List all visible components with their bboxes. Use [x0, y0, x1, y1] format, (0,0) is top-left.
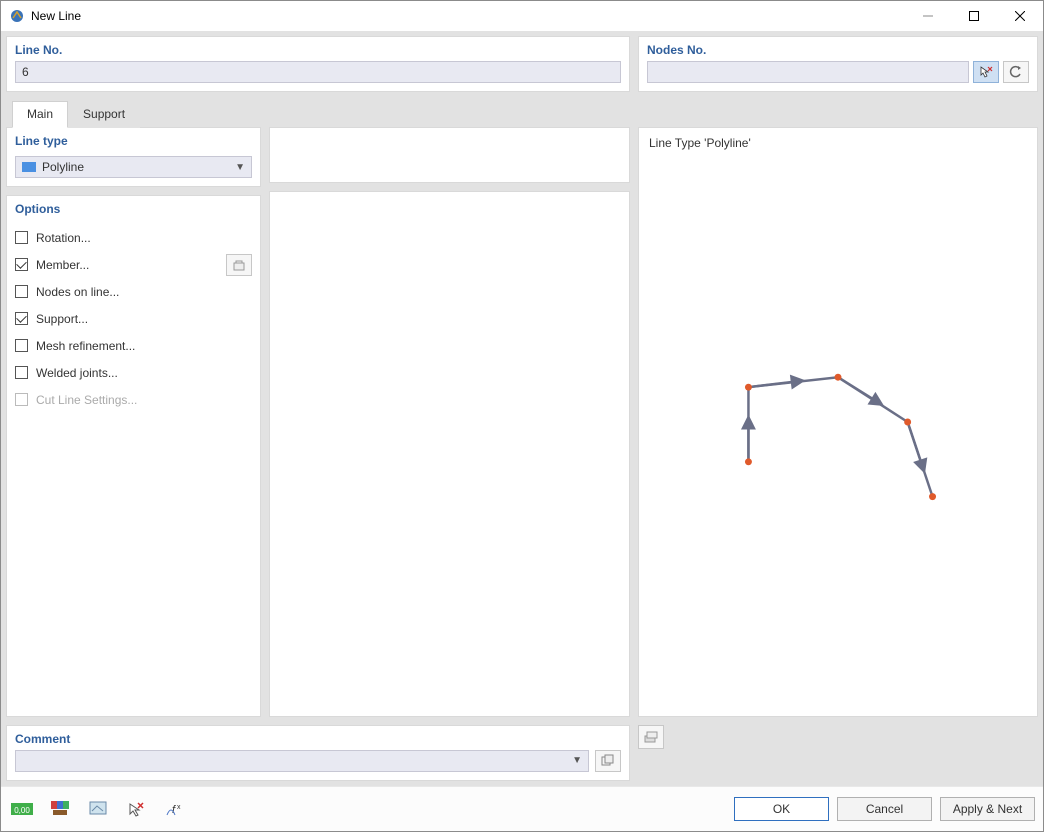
- checkbox: [15, 393, 28, 406]
- checkbox[interactable]: [15, 366, 28, 379]
- option-cut-line-settings-: Cut Line Settings...: [15, 386, 252, 413]
- line-no-label: Line No.: [15, 43, 621, 57]
- minimize-button[interactable]: [905, 1, 951, 31]
- option-label: Member...: [36, 258, 89, 272]
- chevron-down-icon: ▼: [235, 162, 245, 173]
- svg-text:f: f: [172, 804, 176, 816]
- option-support-[interactable]: Support...: [15, 305, 252, 332]
- line-type-value: Polyline: [42, 160, 84, 174]
- option-welded-joints-[interactable]: Welded joints...: [15, 359, 252, 386]
- preview-settings-button[interactable]: [638, 725, 664, 749]
- line-no-input[interactable]: [15, 61, 621, 83]
- option-label: Mesh refinement...: [36, 339, 135, 353]
- pick-nodes-button[interactable]: [973, 61, 999, 83]
- view-icon[interactable]: [85, 797, 111, 821]
- app-icon: [9, 8, 25, 24]
- checkbox[interactable]: [15, 258, 28, 271]
- option-label: Support...: [36, 312, 88, 326]
- close-button[interactable]: [997, 1, 1043, 31]
- reverse-button[interactable]: [1003, 61, 1029, 83]
- maximize-button[interactable]: [951, 1, 997, 31]
- line-type-color-swatch: [22, 162, 36, 172]
- color-icon[interactable]: [47, 797, 73, 821]
- line-type-label: Line type: [7, 128, 260, 150]
- svg-text:x: x: [177, 804, 181, 811]
- nodes-no-input[interactable]: [647, 61, 969, 83]
- checkbox[interactable]: [15, 285, 28, 298]
- option-rotation-[interactable]: Rotation...: [15, 224, 252, 251]
- options-label: Options: [7, 196, 260, 218]
- delete-pick-icon[interactable]: [123, 797, 149, 821]
- option-label: Nodes on line...: [36, 285, 119, 299]
- checkbox[interactable]: [15, 339, 28, 352]
- window-title: New Line: [31, 9, 905, 23]
- chevron-down-icon: ▼: [572, 755, 582, 766]
- comment-pick-button[interactable]: [595, 750, 621, 772]
- cancel-button[interactable]: Cancel: [837, 797, 932, 821]
- tab-main[interactable]: Main: [12, 101, 68, 128]
- nodes-no-label: Nodes No.: [647, 43, 1029, 57]
- comment-select[interactable]: ▼: [15, 750, 589, 772]
- units-icon[interactable]: 0,00: [9, 797, 35, 821]
- polyline-preview: [639, 128, 1037, 716]
- option-nodes-on-line-[interactable]: Nodes on line...: [15, 278, 252, 305]
- svg-text:0,00: 0,00: [14, 806, 30, 815]
- option-label: Welded joints...: [36, 366, 118, 380]
- checkbox[interactable]: [15, 231, 28, 244]
- option-mesh-refinement-[interactable]: Mesh refinement...: [15, 332, 252, 359]
- function-icon[interactable]: fx: [161, 797, 187, 821]
- tab-support[interactable]: Support: [68, 101, 140, 128]
- member-edit-button[interactable]: [226, 254, 252, 276]
- comment-label: Comment: [15, 732, 621, 746]
- checkbox[interactable]: [15, 312, 28, 325]
- ok-button[interactable]: OK: [734, 797, 829, 821]
- line-type-select[interactable]: Polyline ▼: [15, 156, 252, 178]
- apply-next-button[interactable]: Apply & Next: [940, 797, 1035, 821]
- option-member-[interactable]: Member...: [15, 251, 252, 278]
- option-label: Rotation...: [36, 231, 91, 245]
- option-label: Cut Line Settings...: [36, 393, 137, 407]
